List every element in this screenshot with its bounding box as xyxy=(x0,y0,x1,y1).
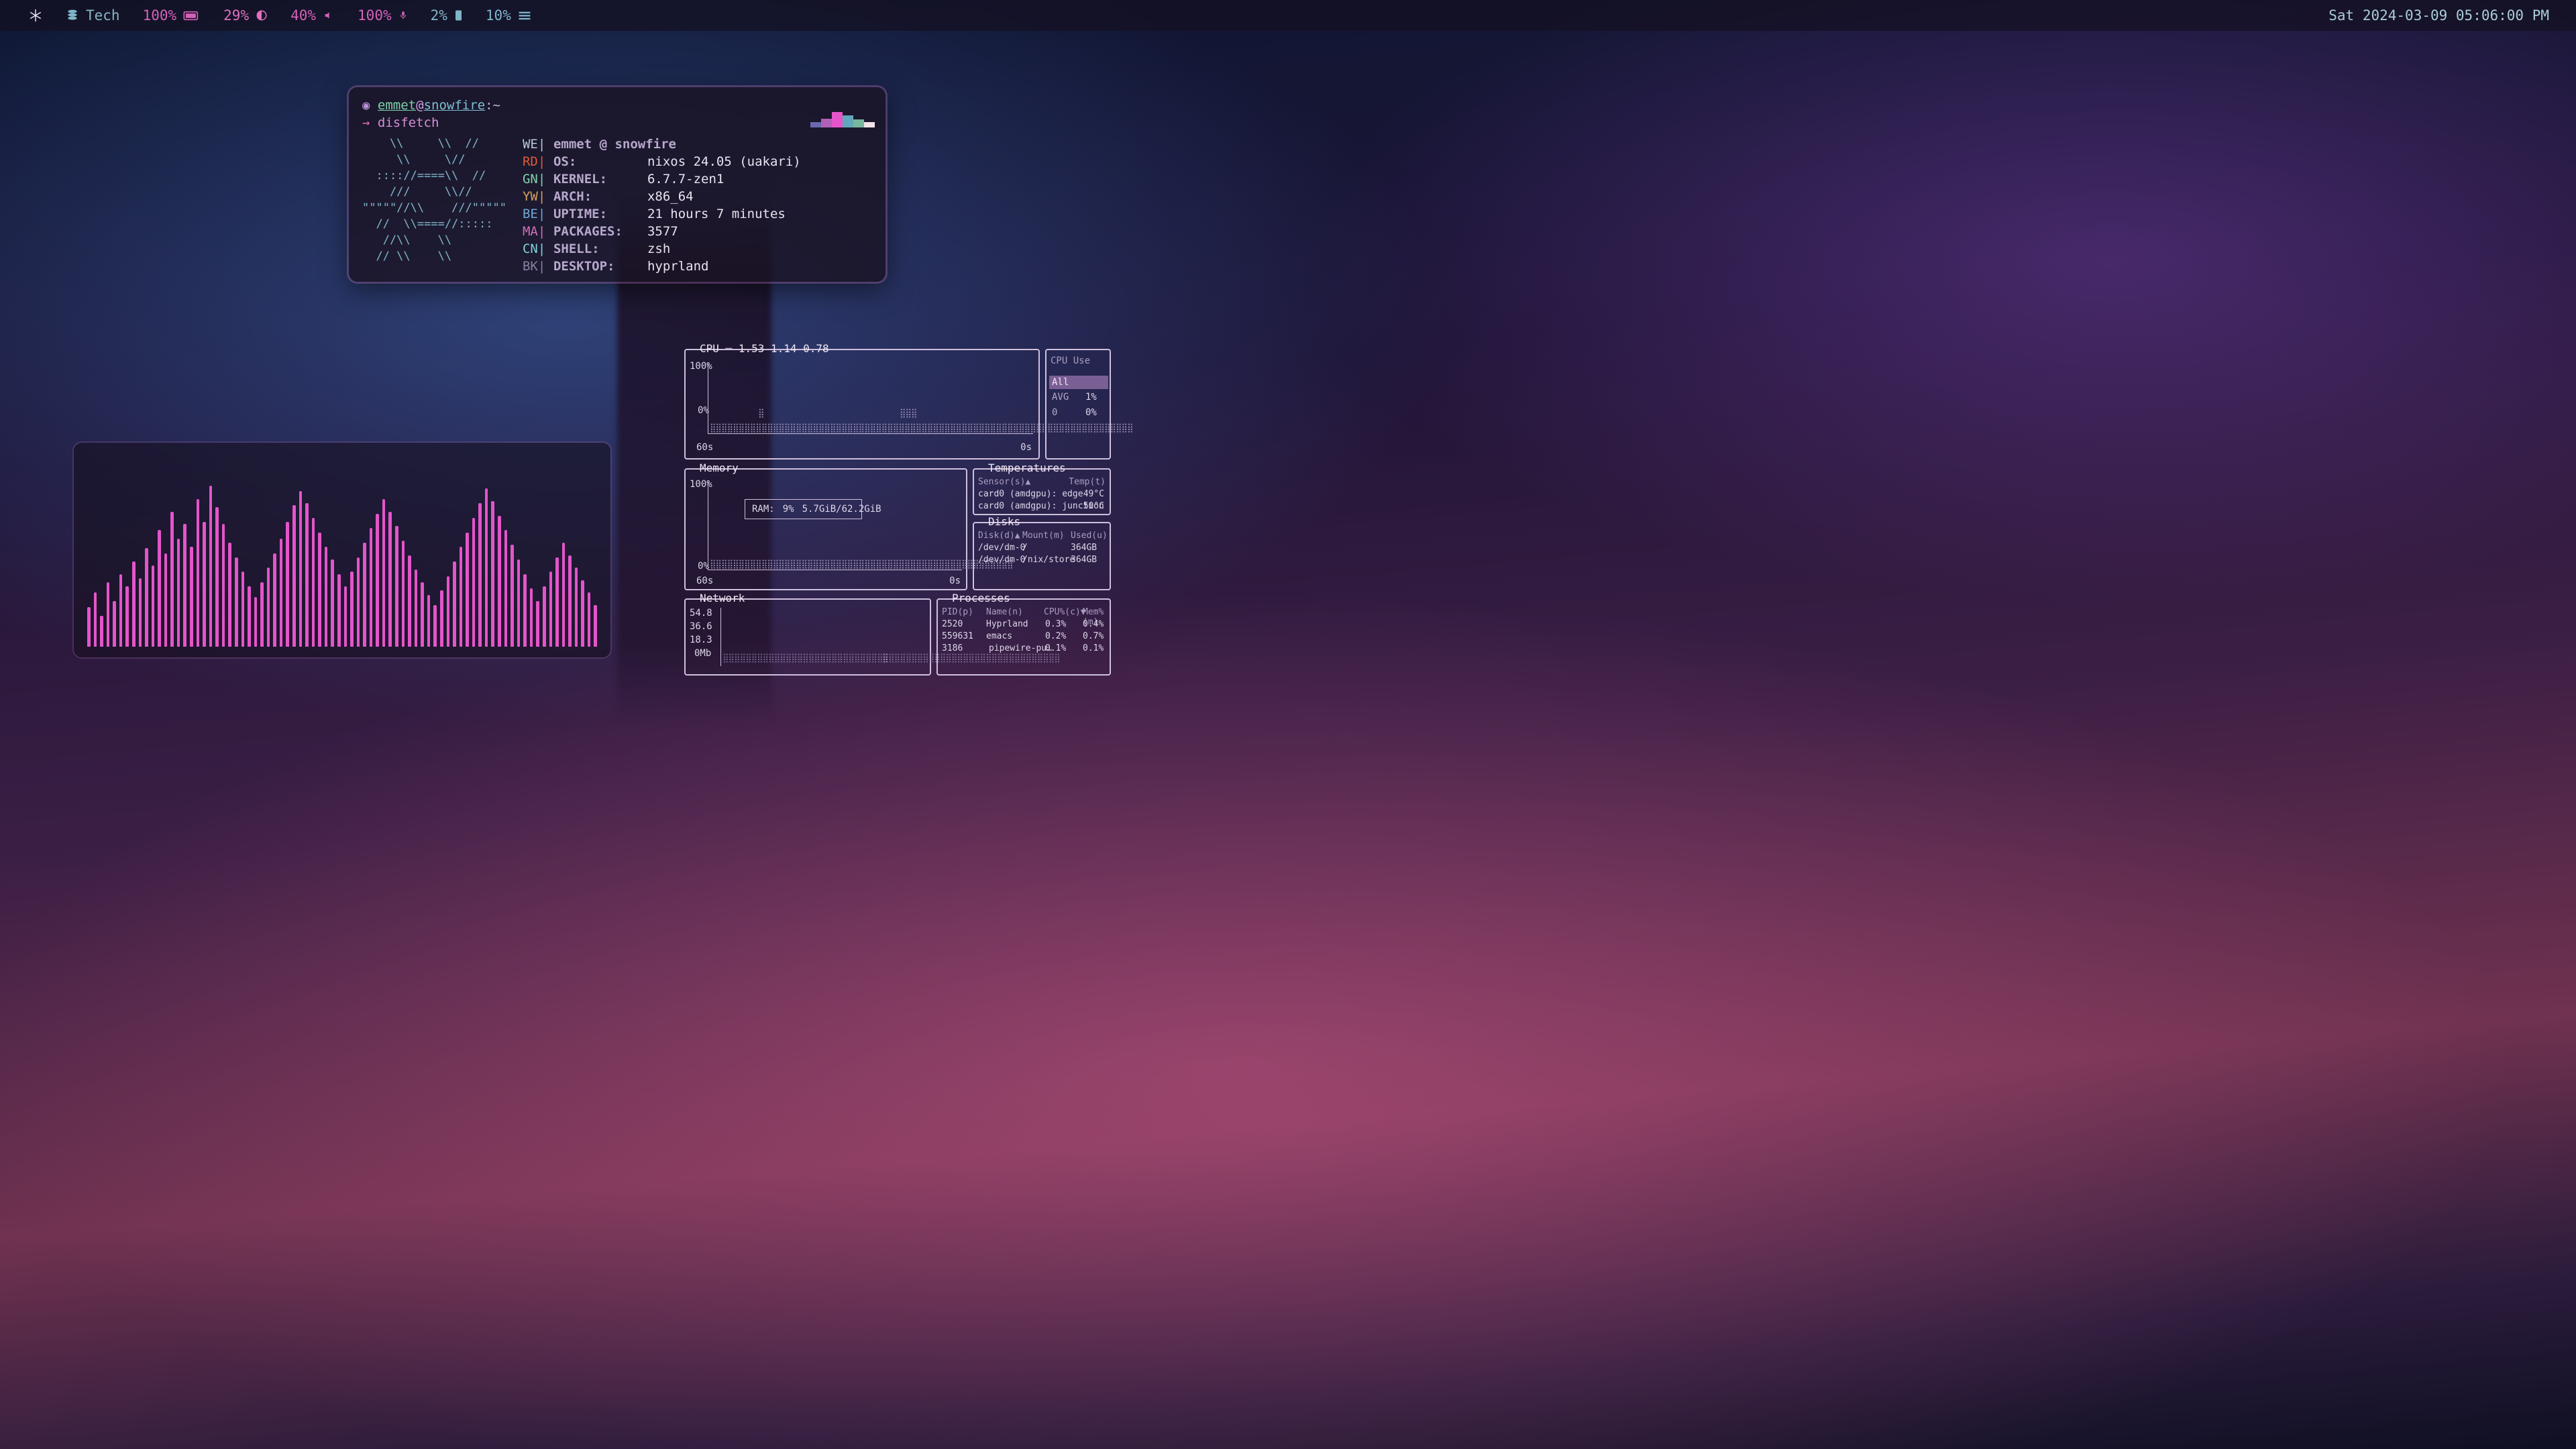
secondary-wallpaper xyxy=(0,0,2576,1449)
secondary-monitor-window[interactable]: Tech 100% 29% 40% 100% 2% 10% Sat 2024-0… xyxy=(0,0,2576,1449)
